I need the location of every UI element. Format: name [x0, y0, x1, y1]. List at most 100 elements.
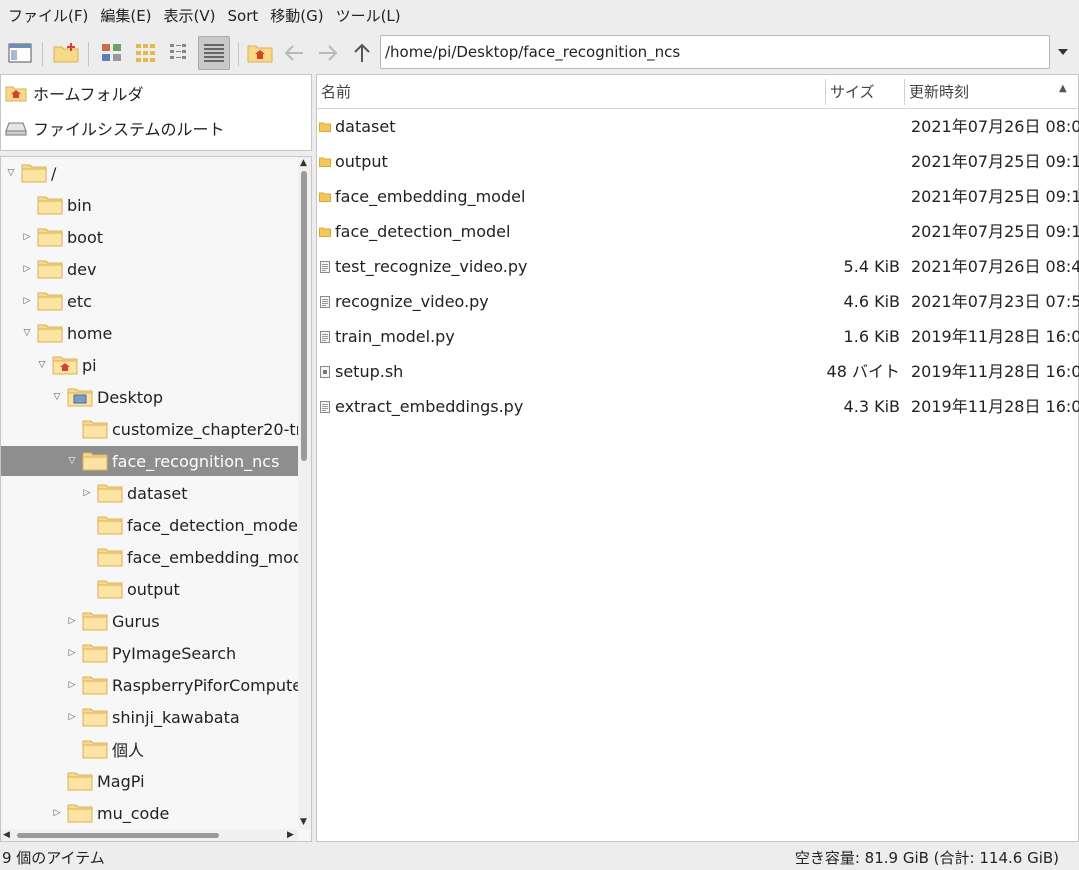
- tree-item[interactable]: ▽ face_recognition_ncs: [1, 446, 298, 476]
- item-count: 9 個のアイテム: [2, 849, 105, 867]
- scroll-down-icon[interactable]: ▼: [300, 817, 307, 827]
- scroll-thumb[interactable]: [17, 833, 219, 838]
- arrow-left-icon: [284, 45, 303, 61]
- expand-icon[interactable]: ▷: [21, 231, 33, 243]
- file-row[interactable]: face_detection_model 2021年07月25日 09:13: [317, 214, 1079, 249]
- menu-tools[interactable]: ツール(L): [330, 0, 407, 32]
- expand-icon[interactable]: ▷: [21, 263, 33, 275]
- folder-icon: [97, 483, 123, 503]
- text-file-icon: [319, 400, 331, 413]
- collapse-icon[interactable]: ▽: [51, 391, 63, 403]
- scroll-right-icon[interactable]: ▶: [287, 830, 294, 840]
- collapse-icon[interactable]: ▽: [36, 359, 48, 371]
- forward-button[interactable]: [312, 36, 344, 70]
- expand-icon[interactable]: ▷: [66, 679, 78, 691]
- new-window-button[interactable]: [4, 36, 36, 70]
- file-row[interactable]: setup.sh 48 バイト 2019年11月28日 16:06: [317, 354, 1079, 389]
- expand-icon[interactable]: ▷: [51, 807, 63, 819]
- file-name-cell: output: [319, 144, 388, 179]
- scroll-up-icon[interactable]: ▲: [300, 158, 307, 168]
- back-button[interactable]: [278, 36, 310, 70]
- tree-item[interactable]: ▽ /: [1, 158, 298, 188]
- menu-edit[interactable]: 編集(E): [94, 0, 157, 32]
- arrow-right-icon: [319, 45, 338, 61]
- tree-item[interactable]: ▷ shinji_kawabata: [1, 702, 298, 732]
- file-name: face_embedding_model: [335, 187, 526, 206]
- tree-item[interactable]: ▽ Desktop: [1, 382, 298, 412]
- menu-view[interactable]: 表示(V): [158, 0, 222, 32]
- tree-item[interactable]: customize_chapter20-traffic: [1, 414, 298, 444]
- column-name[interactable]: 名前: [317, 75, 825, 109]
- column-modified[interactable]: 更新時刻: [905, 75, 1055, 109]
- tree-item[interactable]: bin: [1, 190, 298, 220]
- file-row[interactable]: train_model.py 1.6 KiB 2019年11月28日 16:06: [317, 319, 1079, 354]
- tree-item[interactable]: face_embedding_model: [1, 542, 298, 572]
- file-row[interactable]: test_recognize_video.py 5.4 KiB 2021年07月26…: [317, 249, 1079, 284]
- tree-item[interactable]: output: [1, 574, 298, 604]
- file-row[interactable]: extract_embeddings.py 4.3 KiB 2019年11月28日 …: [317, 389, 1079, 424]
- file-modified: 2019年11月28日 16:06: [911, 362, 1079, 381]
- tree-item-label: PyImageSearch: [112, 643, 237, 663]
- expand-icon[interactable]: ▷: [81, 487, 93, 499]
- file-row[interactable]: output 2021年07月25日 09:13: [317, 144, 1079, 179]
- file-row[interactable]: recognize_video.py 4.6 KiB 2021年07月23日 07:…: [317, 284, 1079, 319]
- tree-item-label: Desktop: [97, 387, 163, 407]
- folder-icon: [82, 739, 108, 759]
- tree-item[interactable]: ▷ RaspberryPiforComputerVision: [1, 670, 298, 700]
- file-name: face_detection_model: [335, 222, 511, 241]
- tree-item[interactable]: ▷ boot: [1, 222, 298, 252]
- folder-icon: [319, 121, 331, 133]
- view-compact-button[interactable]: [164, 36, 196, 70]
- expand-icon[interactable]: ▷: [66, 711, 78, 723]
- tree-item[interactable]: ▽ pi: [1, 350, 298, 380]
- file-name-cell: face_detection_model: [319, 214, 510, 249]
- tree-item[interactable]: 個人: [1, 734, 298, 764]
- folder-icon: [82, 675, 108, 695]
- tree-item[interactable]: ▷ mu_code: [1, 798, 298, 828]
- new-folder-button[interactable]: [50, 36, 82, 70]
- tree-item[interactable]: MagPi: [1, 766, 298, 796]
- up-button[interactable]: [346, 36, 378, 70]
- column-size[interactable]: サイズ: [826, 75, 904, 109]
- collapse-icon[interactable]: ▽: [5, 167, 17, 179]
- view-icons-button[interactable]: [96, 36, 128, 70]
- tree-item[interactable]: face_detection_model: [1, 510, 298, 540]
- menu-go[interactable]: 移動(G): [264, 0, 329, 32]
- file-modified: 2021年07月25日 09:13: [911, 222, 1079, 241]
- folder-icon: [67, 803, 93, 823]
- tree-item[interactable]: ▽ home: [1, 318, 298, 348]
- tree-item[interactable]: ▷ dev: [1, 254, 298, 284]
- place-home-folder[interactable]: ホームフォルダ: [5, 78, 144, 108]
- path-input[interactable]: /home/pi/Desktop/face_recognition_ncs: [380, 35, 1050, 69]
- tree-vertical-scrollbar[interactable]: ▲ ▼: [298, 157, 311, 829]
- place-filesystem-root[interactable]: ファイルシステムのルート: [5, 113, 225, 143]
- menu-file[interactable]: ファイル(F): [2, 0, 94, 32]
- scroll-left-icon[interactable]: ◀: [3, 830, 10, 840]
- collapse-icon[interactable]: ▽: [21, 327, 33, 339]
- tree-item-label: /: [51, 163, 57, 183]
- tree-item[interactable]: ▷ Gurus: [1, 606, 298, 636]
- tree-horizontal-scrollbar[interactable]: ◀ ▶: [1, 829, 298, 841]
- file-size: 4.6 KiB: [843, 292, 900, 311]
- place-label: ホームフォルダ: [33, 85, 144, 104]
- home-button[interactable]: [244, 36, 276, 70]
- file-modified: 2021年07月23日 07:56: [911, 292, 1079, 311]
- file-row[interactable]: dataset 2021年07月26日 08:02: [317, 109, 1079, 144]
- expand-icon[interactable]: ▷: [21, 295, 33, 307]
- menu-sort[interactable]: Sort: [222, 0, 265, 32]
- home-icon: [5, 84, 27, 102]
- expand-icon[interactable]: ▷: [66, 647, 78, 659]
- expand-icon[interactable]: ▷: [66, 615, 78, 627]
- view-detailed-list-button[interactable]: [198, 36, 230, 70]
- file-row[interactable]: face_embedding_model 2021年07月25日 09:13: [317, 179, 1079, 214]
- tree-item[interactable]: ▷ etc: [1, 286, 298, 316]
- collapse-icon[interactable]: ▽: [66, 455, 78, 467]
- tree-item[interactable]: ▷ dataset: [1, 478, 298, 508]
- home-folder-icon: [52, 355, 78, 375]
- view-thumbnails-button[interactable]: [130, 36, 162, 70]
- scroll-thumb[interactable]: [301, 171, 307, 461]
- tree-item[interactable]: ▷ PyImageSearch: [1, 638, 298, 668]
- column-header: 名前 サイズ 更新時刻 ▲: [317, 75, 1078, 109]
- path-dropdown-button[interactable]: [1052, 35, 1074, 69]
